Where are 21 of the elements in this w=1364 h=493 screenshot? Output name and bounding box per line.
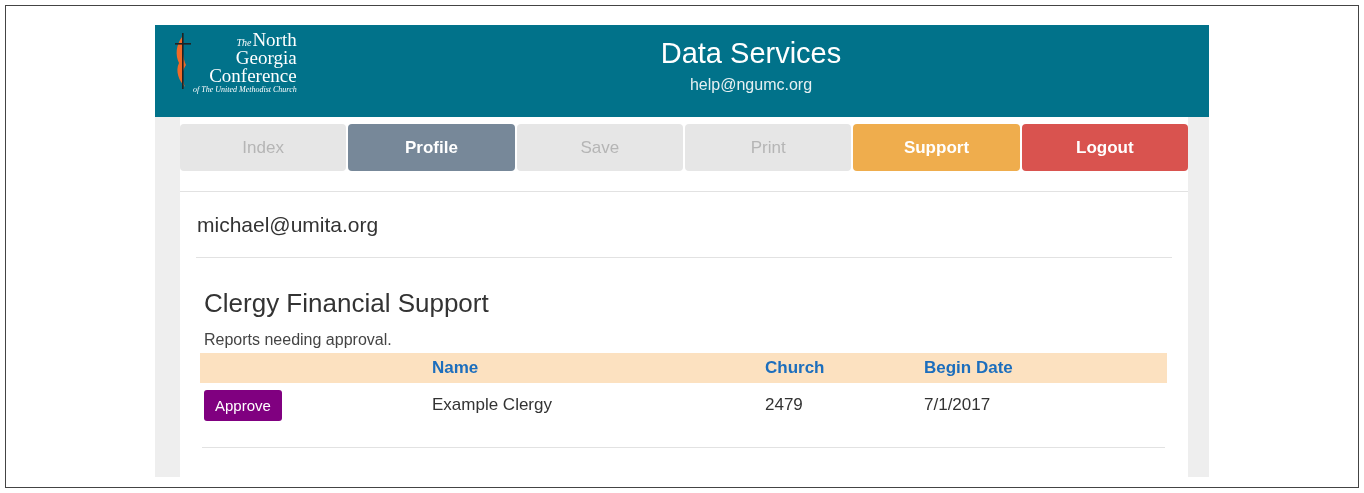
cross-and-flame-icon xyxy=(173,33,193,89)
section-title: Clergy Financial Support xyxy=(203,287,490,319)
column-header: Church xyxy=(765,353,924,383)
section-subtitle: Reports needing approval. xyxy=(203,330,393,349)
contact-email: help@ngumc.org xyxy=(688,76,814,94)
logo-text: Conference xyxy=(209,67,297,86)
logo-text: of The United Methodist Church xyxy=(193,85,297,95)
nav-button[interactable]: Profile xyxy=(348,124,515,171)
table-cell: Example Clergy xyxy=(432,383,765,427)
logo-text: The xyxy=(236,38,252,48)
approve-button[interactable]: Approve xyxy=(204,389,282,421)
table-cell: 7/1/2017 xyxy=(924,383,1167,427)
site-title: Data Services xyxy=(659,37,843,70)
column-header: Begin Date xyxy=(924,353,1167,383)
nav-button[interactable]: Logout xyxy=(1021,124,1188,171)
user-email: michael@umita.org xyxy=(196,212,380,238)
nav-button[interactable]: Support xyxy=(853,124,1020,171)
logo-text: Georgia xyxy=(235,49,297,68)
column-header: Name xyxy=(432,353,765,383)
logo-text: North xyxy=(252,31,297,50)
table-cell: 2479 xyxy=(765,383,924,427)
